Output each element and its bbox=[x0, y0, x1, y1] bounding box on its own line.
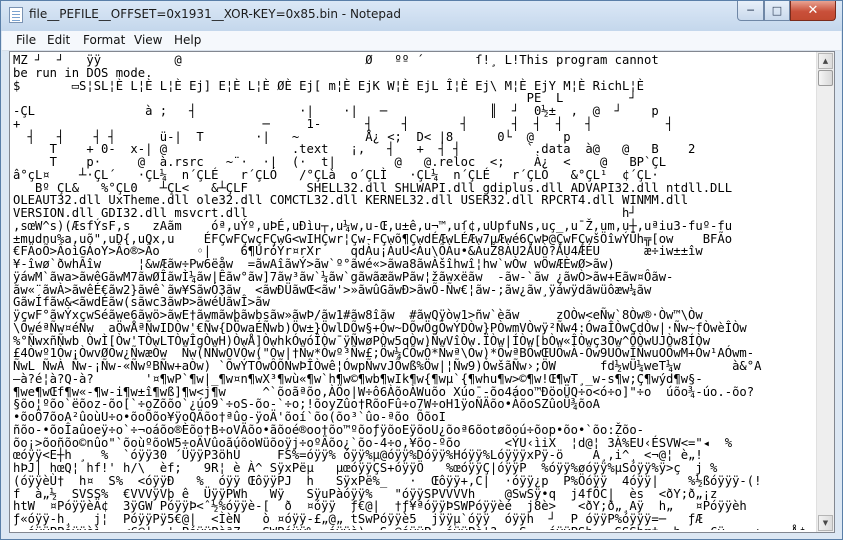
title-bar[interactable]: file__PEFILE__OFFSET=0x1931__XOR-KEY=0x8… bbox=[1, 1, 842, 31]
notepad-icon[interactable] bbox=[9, 7, 23, 23]
minimize-button[interactable]: ─ bbox=[737, 1, 764, 21]
document-text[interactable]: MZ ┘ ┘ ÿÿ @ Ø ºº ´ ſ!¸ L!This program ca… bbox=[13, 54, 815, 530]
text-line: óÿÿPPóÿÿèì <€@| ¦ PóÿÿPèªZ SWPóÿÿ% óÿÿè)… bbox=[13, 525, 806, 530]
maximize-icon: □ bbox=[771, 4, 783, 17]
scroll-thumb[interactable] bbox=[818, 70, 833, 86]
menu-help[interactable]: Help bbox=[174, 33, 201, 47]
menu-edit[interactable]: Edit bbox=[47, 33, 70, 47]
arrow-up-icon: ▲ bbox=[822, 57, 829, 65]
notepad-window: file__PEFILE__OFFSET=0x1931__XOR-KEY=0x8… bbox=[0, 0, 843, 540]
scroll-down-button[interactable]: ▼ bbox=[818, 515, 833, 531]
close-button[interactable]: ✕ bbox=[790, 1, 836, 21]
scroll-up-button[interactable]: ▲ bbox=[818, 53, 833, 69]
menu-view[interactable]: View bbox=[134, 33, 162, 47]
text-editor[interactable]: MZ ┘ ┘ ÿÿ @ Ø ºº ´ ſ!¸ L!This program ca… bbox=[9, 51, 835, 533]
minimize-icon: ─ bbox=[747, 4, 754, 17]
menu-bar: File Edit Format View Help bbox=[2, 31, 841, 51]
menu-format[interactable]: Format bbox=[83, 33, 125, 47]
vertical-scrollbar[interactable]: ▲ ▼ bbox=[816, 52, 834, 532]
window-title: file__PEFILE__OFFSET=0x1931__XOR-KEY=0x8… bbox=[29, 7, 401, 21]
arrow-down-icon: ▼ bbox=[822, 519, 829, 527]
maximize-button[interactable]: □ bbox=[764, 1, 790, 21]
close-icon: ✕ bbox=[807, 3, 819, 18]
menu-file[interactable]: File bbox=[16, 33, 36, 47]
